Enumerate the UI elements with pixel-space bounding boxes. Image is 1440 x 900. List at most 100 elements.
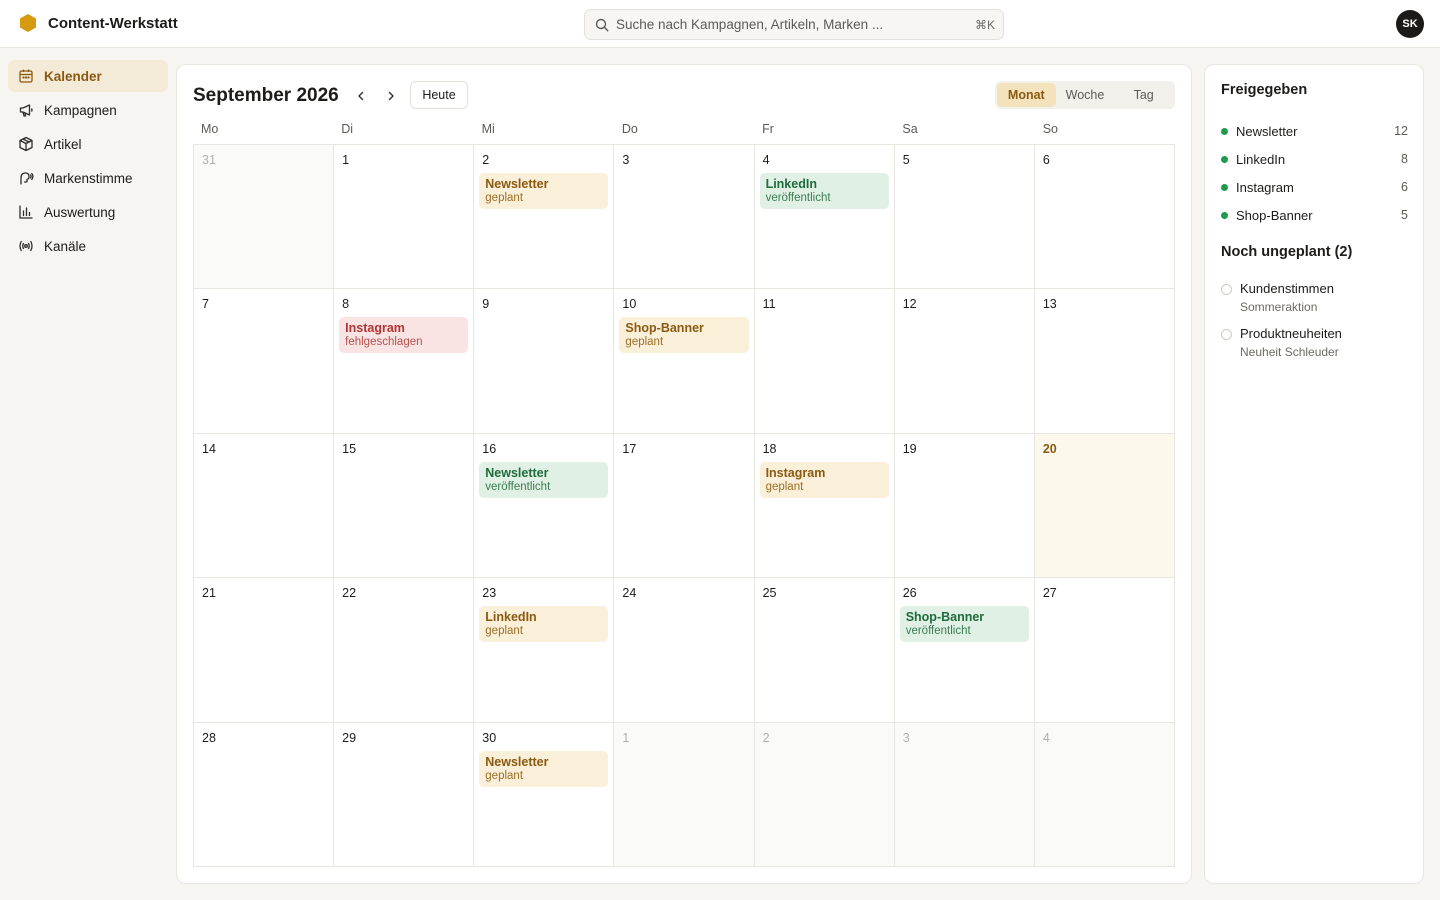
search-bar[interactable]: ⌘K [584,9,1004,40]
unplanned-item-text: Produktneuheiten Neuheit Schleuder [1240,326,1342,359]
day-number: 20 [1042,441,1057,456]
unplanned-item[interactable]: Produktneuheiten Neuheit Schleuder [1221,326,1408,359]
day-number: 28 [202,730,216,745]
sidebar-item-auswertung[interactable]: Auswertung [8,196,168,228]
day-number: 23 [482,586,497,601]
calendar-day[interactable]: 1 [334,145,475,290]
sidebar-item-markenstimme[interactable]: Markenstimme [8,162,168,194]
calendar-event[interactable]: LinkedIn geplant [479,606,609,643]
megaphone-icon [19,104,33,117]
event-title: LinkedIn [765,177,817,191]
calendar-day[interactable]: 1 [614,722,755,867]
calendar-event[interactable]: Shop-Banner geplant [619,317,749,354]
day-number: 2 [482,153,490,167]
day-number: 4 [762,153,770,167]
status-dot-icon [1221,183,1228,191]
calendar-day[interactable]: 28 [194,722,335,867]
day-number: 1 [342,153,350,167]
calendar-day[interactable]: 26 Shop-Banner veröffentlicht [894,578,1035,723]
search-input[interactable] [616,17,975,32]
approved-item[interactable]: Shop-Banner 5 [1221,201,1408,229]
unplanned-item-campaign: Sommeraktion [1240,300,1318,314]
calendar-day[interactable]: 17 [614,433,755,579]
event-status: veröffentlicht [905,625,971,638]
sidebar-item-kampagnen[interactable]: Kampagnen [8,94,168,126]
approved-item[interactable]: Newsletter 12 [1221,117,1408,145]
calendar-day[interactable]: 9 [474,289,615,434]
calendar-day[interactable]: 15 [334,433,475,579]
calendar-day[interactable]: 6 [1034,145,1175,290]
calendar-day[interactable]: 29 [334,722,475,867]
unplanned-item-name: Kundenstimmen [1240,281,1334,296]
calendar-day[interactable]: 2 Newsletter geplant [474,145,615,290]
calendar-event[interactable]: Shop-Banner veröffentlicht [899,606,1029,643]
calendar-day[interactable]: 4 [1034,722,1175,867]
event-status: geplant [485,769,524,782]
calendar-day-today[interactable]: 20 [1034,433,1175,579]
day-number: 22 [342,586,357,601]
brand[interactable]: Content-Werkstatt [19,13,178,33]
calendar-day[interactable]: 18 Instagram geplant [754,433,895,579]
calendar-day[interactable]: 12 [894,289,1035,434]
calendar-event[interactable]: Instagram fehlgeschlagen [339,317,469,354]
day-number: 9 [482,297,490,312]
calendar-day[interactable]: 3 [894,722,1035,867]
day-number: 12 [902,297,917,312]
calendar-day[interactable]: 25 [754,578,895,723]
calendar-day[interactable]: 30 Newsletter geplant [474,722,615,867]
calendar-day[interactable]: 8 Instagram fehlgeschlagen [334,289,475,434]
calendar-day[interactable]: 11 [754,289,895,434]
event-status: geplant [485,625,524,638]
calendar-day[interactable]: 4 LinkedIn veröffentlicht [754,145,895,290]
sidebar-item-kalender[interactable]: Kalender [8,60,168,92]
calendar-event[interactable]: LinkedIn veröffentlicht [759,173,889,209]
calendar-day[interactable]: 24 [614,578,755,723]
calendar-day[interactable]: 31 [194,145,335,290]
calendar-day[interactable]: 7 [194,289,335,434]
calendar-day[interactable]: 19 [894,433,1035,579]
unplanned-item-name: Produktneuheiten [1240,326,1342,341]
event-status: fehlgeschlagen [345,336,423,349]
view-day-button[interactable]: Tag [1114,83,1173,107]
calendar-event[interactable]: Instagram geplant [759,461,889,498]
calendar-day[interactable]: 23 LinkedIn geplant [474,578,615,723]
sidebar-item-label: Kalender [44,68,102,84]
side-panel: Freigegeben Newsletter 12 LinkedIn 8 Instagr… [1204,64,1424,884]
calendar-event[interactable]: Newsletter geplant [479,750,609,787]
calendar-event[interactable]: Newsletter veröffentlicht [479,461,609,498]
calendar-day[interactable]: 21 [194,578,335,723]
user-avatar[interactable]: SK [1396,10,1424,38]
unplanned-list: Kundenstimmen Sommeraktion Produktneuheite… [1221,281,1408,371]
unplanned-item-text: Kundenstimmen Sommeraktion [1240,281,1334,314]
calendar-day[interactable]: 27 [1034,578,1175,723]
sidebar-item-kanaele[interactable]: Kanäle [8,230,168,262]
event-title: Newsletter [485,465,549,480]
day-number: 14 [202,441,216,456]
day-number: 15 [342,441,357,456]
top-bar: Content-Werkstatt ⌘K SK [0,0,1440,48]
calendar-day[interactable]: 10 Shop-Banner geplant [614,289,755,434]
approved-item[interactable]: Instagram 6 [1221,173,1408,201]
event-status: geplant [485,192,524,204]
view-week-button[interactable]: Woche [1056,83,1115,107]
today-button[interactable]: Heute [410,81,468,109]
calendar-day[interactable]: 13 [1034,289,1175,434]
calendar-event[interactable]: Newsletter geplant [479,173,609,209]
view-month-button[interactable]: Monat [997,83,1056,107]
approved-item-name: LinkedIn [1236,151,1286,167]
calendar-day[interactable]: 5 [894,145,1035,290]
weekday-label: Mo [201,122,219,136]
event-status: veröffentlicht [765,192,831,204]
calendar-day[interactable]: 3 [614,145,755,290]
calendar-day[interactable]: 16 Newsletter veröffentlicht [474,433,615,579]
approved-item[interactable]: LinkedIn 8 [1221,145,1408,173]
sidebar-item-artikel[interactable]: Artikel [8,128,168,160]
weekday-label: Sa [902,122,918,136]
next-month-button[interactable] [380,85,402,107]
day-number: 10 [622,297,637,312]
calendar-day[interactable]: 2 [754,722,895,867]
calendar-day[interactable]: 14 [194,433,335,579]
calendar-day[interactable]: 22 [334,578,475,723]
previous-month-button[interactable] [350,85,372,107]
unplanned-item[interactable]: Kundenstimmen Sommeraktion [1221,281,1408,314]
